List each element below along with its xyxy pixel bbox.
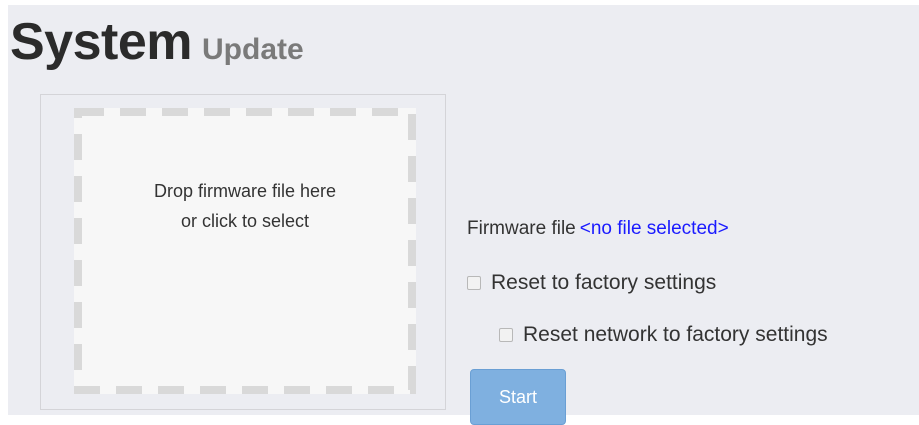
reset-factory-checkbox[interactable] [467, 276, 481, 290]
firmware-file-row: Firmware file <no file selected> [467, 218, 729, 240]
page-title: System Update [10, 16, 304, 68]
page-title-main: System [10, 13, 193, 71]
reset-network-label: Reset network to factory settings [523, 323, 828, 346]
reset-network-checkbox[interactable] [499, 328, 513, 342]
dropzone-text: Drop firmware file here or click to sele… [74, 176, 416, 236]
page-title-sub: Update [202, 33, 304, 66]
dropzone-text-line2: or click to select [180, 211, 310, 231]
reset-network-option[interactable]: Reset network to factory settings [499, 323, 828, 347]
dropzone-text-line1: Drop firmware file here [153, 181, 337, 201]
firmware-dropzone[interactable]: Drop firmware file here or click to sele… [74, 108, 416, 394]
dropzone-dashed-border [74, 108, 416, 394]
firmware-file-label: Firmware file [467, 218, 576, 239]
reset-factory-option[interactable]: Reset to factory settings [467, 271, 716, 295]
start-button[interactable]: Start [470, 369, 566, 425]
firmware-file-value: <no file selected> [579, 218, 729, 239]
reset-factory-label: Reset to factory settings [491, 271, 717, 294]
